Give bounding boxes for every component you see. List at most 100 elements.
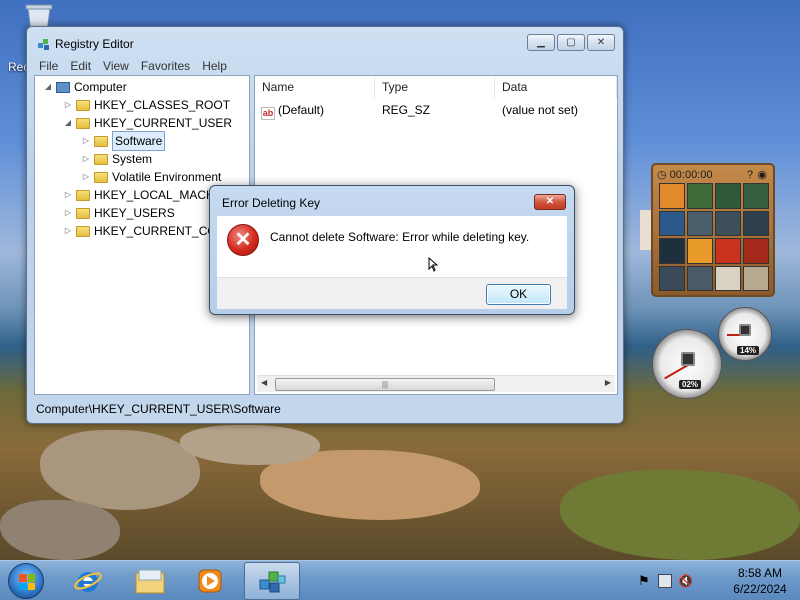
tree-item-hkey-users[interactable]: ▷ HKEY_USERS: [63, 204, 175, 222]
expanded-arrow-icon[interactable]: ◢: [63, 114, 73, 132]
tree-item-system[interactable]: ▷ System: [81, 150, 152, 168]
puzzle-tile[interactable]: [687, 210, 713, 236]
horizontal-scrollbar[interactable]: ◀ ||| ▶: [257, 375, 615, 392]
taskbar: ⚑ 🔇 8:58 AM 6/22/2024: [0, 560, 800, 600]
menu-edit[interactable]: Edit: [64, 57, 97, 75]
collapsed-arrow-icon[interactable]: ▷: [81, 168, 91, 186]
folder-icon: [76, 189, 90, 201]
collapsed-arrow-icon[interactable]: ▷: [81, 150, 91, 168]
puzzle-tile[interactable]: [659, 238, 685, 264]
tree-item-label: System: [112, 152, 153, 166]
puzzle-tile[interactable]: [659, 210, 685, 236]
value-name: (Default): [278, 103, 325, 117]
internet-explorer-icon: [74, 572, 102, 592]
puzzle-tile[interactable]: [743, 238, 769, 264]
collapsed-arrow-icon[interactable]: ▷: [63, 204, 73, 222]
dialog-message: Cannot delete Software: Error while dele…: [270, 230, 530, 244]
registry-editor-icon: [38, 39, 49, 50]
column-header-data[interactable]: Data: [495, 76, 617, 98]
dialog-footer: OK: [217, 277, 567, 309]
memory-gauge[interactable]: 14%: [718, 307, 772, 361]
folder-icon: [94, 153, 108, 165]
collapsed-arrow-icon[interactable]: ▷: [81, 132, 91, 150]
cpu-value: 02%: [679, 380, 702, 389]
grass-patch: [560, 470, 800, 560]
folder-icon: [94, 171, 108, 183]
menu-help[interactable]: Help: [196, 57, 233, 75]
puzzle-tile[interactable]: [659, 183, 685, 209]
puzzle-tile[interactable]: [743, 210, 769, 236]
tree-item-volatile-environment[interactable]: ▷ Volatile Environment: [81, 168, 221, 186]
scroll-left-icon[interactable]: ◀: [261, 378, 267, 387]
memory-value: 14%: [737, 346, 760, 355]
menu-file[interactable]: File: [33, 57, 64, 75]
menu-view[interactable]: View: [97, 57, 135, 75]
help-icon[interactable]: ?: [747, 167, 753, 183]
taskbar-media-player[interactable]: [182, 562, 238, 600]
puzzle-tile[interactable]: [687, 265, 713, 291]
network-icon[interactable]: [658, 574, 672, 588]
ok-button[interactable]: OK: [486, 284, 551, 305]
puzzle-grid: [659, 183, 769, 291]
rock: [0, 500, 120, 560]
tree-item-computer[interactable]: ◢ Computer: [43, 78, 127, 96]
status-bar: Computer\HKEY_CURRENT_USER\Software: [36, 402, 281, 416]
puzzle-tile[interactable]: [715, 265, 741, 291]
collapsed-arrow-icon[interactable]: ▷: [63, 222, 73, 240]
tree-item-label: HKEY_CURRENT_USER: [94, 116, 233, 130]
rock: [40, 430, 200, 510]
windows-logo-icon: [19, 574, 35, 590]
picture-puzzle-gadget[interactable]: ◷ 00:00:00 ? ◉: [651, 163, 775, 297]
puzzle-tile[interactable]: [659, 265, 685, 291]
collapsed-arrow-icon[interactable]: ▷: [63, 96, 73, 114]
puzzle-header: ◷ 00:00:00 ? ◉: [657, 167, 769, 183]
collapsed-arrow-icon[interactable]: ▷: [63, 186, 73, 204]
puzzle-tile[interactable]: [715, 238, 741, 264]
puzzle-tile[interactable]: [715, 210, 741, 236]
tree-item-hkey-classes-root[interactable]: ▷ HKEY_CLASSES_ROOT: [63, 96, 230, 114]
cpu-gauge[interactable]: 02%: [652, 329, 722, 399]
start-button[interactable]: [8, 563, 44, 599]
tree-item-hkey-current-user[interactable]: ◢ HKEY_CURRENT_USER: [63, 114, 232, 132]
column-header-type[interactable]: Type: [375, 76, 495, 98]
value-data-cell: (value not set): [502, 103, 579, 117]
registry-editor-icon: [259, 571, 286, 593]
close-button[interactable]: ✕: [587, 34, 615, 51]
clock-time: 8:58 AM: [737, 566, 783, 580]
dialog-close-button[interactable]: ✕: [534, 194, 566, 210]
maximize-button[interactable]: ▢: [557, 34, 585, 51]
menu-favorites[interactable]: Favorites: [135, 57, 196, 75]
show-picture-icon[interactable]: ◉: [757, 167, 767, 183]
tree-item-software[interactable]: ▷ Software: [81, 131, 166, 151]
taskbar-internet-explorer[interactable]: [60, 562, 116, 600]
expanded-arrow-icon[interactable]: ◢: [43, 78, 53, 96]
folder-icon: [76, 99, 90, 111]
memory-chip-icon: [739, 324, 751, 336]
action-center-flag-icon[interactable]: ⚑: [638, 574, 652, 588]
value-type-cell: REG_SZ: [382, 103, 431, 117]
puzzle-tile[interactable]: [743, 265, 769, 291]
cpu-needle: [664, 364, 689, 380]
scrollbar-thumb[interactable]: |||: [275, 378, 495, 391]
tree-item-label: Software: [112, 131, 166, 151]
puzzle-tile[interactable]: [743, 183, 769, 209]
tree-item-label: Computer: [74, 80, 127, 94]
dialog-body: ✕ Cannot delete Software: Error while de…: [217, 216, 567, 277]
error-icon: ✕: [227, 224, 259, 256]
tree-item-label: HKEY_CLASSES_ROOT: [94, 98, 231, 112]
puzzle-timer: 00:00:00: [669, 169, 713, 181]
scroll-right-icon[interactable]: ▶: [605, 378, 611, 387]
taskbar-windows-explorer[interactable]: [122, 562, 178, 600]
menu-bar: File Edit View Favorites Help: [33, 57, 233, 75]
column-header-name[interactable]: Name: [255, 76, 375, 98]
puzzle-tile[interactable]: [687, 183, 713, 209]
folder-icon: [76, 117, 90, 129]
puzzle-tile[interactable]: [687, 238, 713, 264]
taskbar-clock[interactable]: 8:58 AM 6/22/2024: [722, 565, 798, 597]
volume-muted-icon[interactable]: 🔇: [678, 574, 693, 588]
value-name-cell[interactable]: ab (Default): [261, 102, 324, 120]
taskbar-registry-editor[interactable]: [244, 562, 300, 600]
minimize-button[interactable]: ▁: [527, 34, 555, 51]
minimize-icon: ▁: [537, 37, 545, 48]
puzzle-tile[interactable]: [715, 183, 741, 209]
